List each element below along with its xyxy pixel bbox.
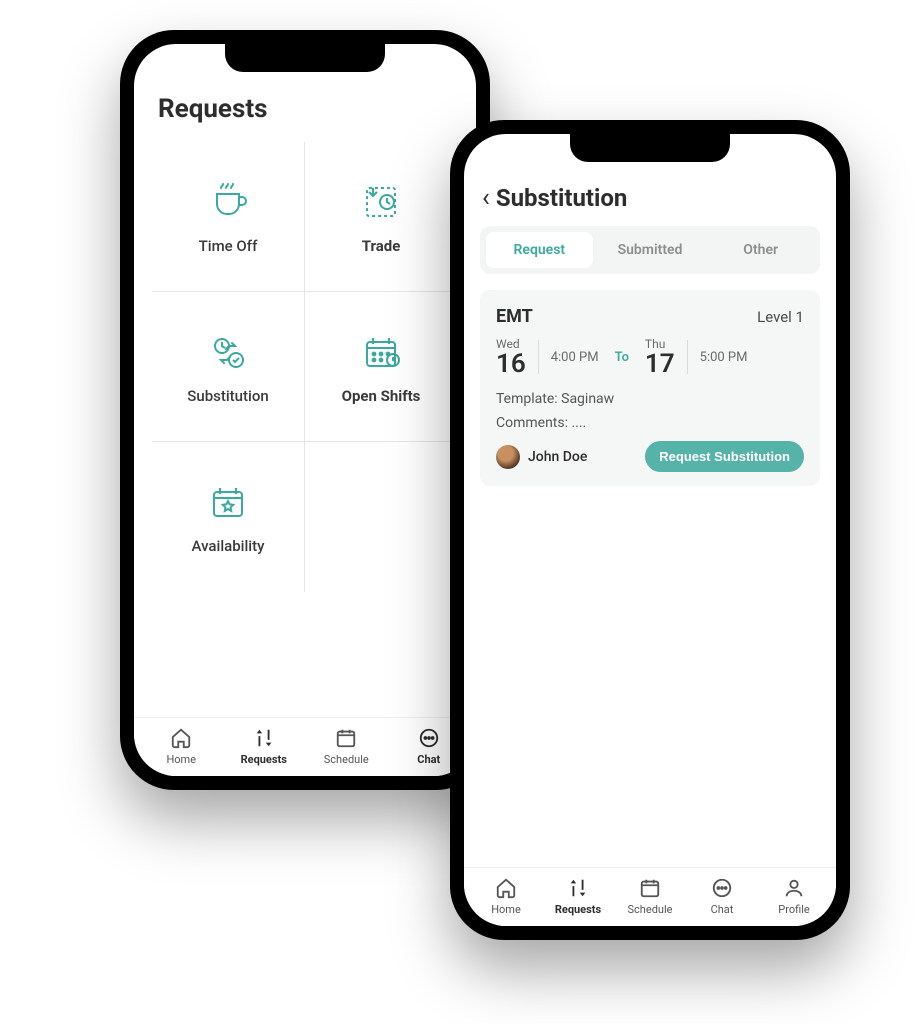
bottom-nav: Home Requests Schedule [134,717,476,776]
availability-icon [205,479,251,525]
end-time: 5:00 PM [700,350,748,365]
nav-label: Home [491,903,521,916]
phone-requests: Requests Time Off [120,30,490,790]
nav-label: Schedule [628,903,673,916]
shift-card: EMT Level 1 Wed 16 4:00 PM To Thu [480,290,820,486]
chat-icon [417,726,441,750]
grid-item-availability[interactable]: Availability [152,442,305,592]
divider [538,340,539,374]
end-day: 17 [645,351,675,377]
start-day: 16 [496,351,526,377]
nav-label: Schedule [324,753,369,766]
nav-home[interactable]: Home [140,726,223,766]
page-title: Requests [152,94,458,142]
grid-item-label: Time Off [199,237,258,255]
start-time: 4:00 PM [551,350,599,365]
grid-item-trade[interactable]: Trade [305,142,458,292]
nav-label: Chat [417,753,440,766]
schedule-icon [334,726,358,750]
trade-icon [358,179,404,225]
bottom-nav: Home Requests Schedule [464,867,836,926]
user-name: John Doe [528,449,587,465]
nav-requests[interactable]: Requests [542,876,614,916]
device-notch [225,44,385,72]
device-notch [570,134,730,162]
grid-item-substitution[interactable]: Substitution [152,292,305,442]
divider [687,340,688,374]
nav-schedule[interactable]: Schedule [305,726,388,766]
back-button[interactable]: ‹ Substitution [480,184,820,226]
grid-item-time-off[interactable]: Time Off [152,142,305,292]
home-icon [494,876,518,900]
nav-chat[interactable]: Chat [686,876,758,916]
comments-line: Comments: .... [496,415,804,431]
requests-icon [252,726,276,750]
grid-item-label: Open Shifts [342,387,421,405]
chevron-left-icon: ‹ [482,185,490,211]
nav-label: Home [166,753,196,766]
requests-icon [566,876,590,900]
phone-substitution: ‹ Substitution Request Submitted Other E… [450,120,850,940]
template-line: Template: Saginaw [496,391,804,407]
grid-item-label: Trade [362,237,401,255]
end-date: Thu 17 [645,337,675,377]
nav-profile[interactable]: Profile [758,876,830,916]
tab-submitted[interactable]: Submitted [597,232,704,268]
chat-icon [710,876,734,900]
tabs: Request Submitted Other [480,226,820,274]
nav-label: Profile [778,903,809,916]
shift-time-row: Wed 16 4:00 PM To Thu 17 5:00 PM [496,337,804,377]
tab-other[interactable]: Other [707,232,814,268]
grid-item-label: Substitution [187,387,268,405]
nav-requests[interactable]: Requests [223,726,306,766]
shift-level: Level 1 [757,308,804,326]
grid-item-open-shifts[interactable]: Open Shifts [305,292,458,442]
request-substitution-button[interactable]: Request Substitution [645,441,804,472]
nav-label: Requests [555,903,601,916]
coffee-icon [205,179,251,225]
requests-grid: Time Off Trade [152,142,458,592]
page-title: Substitution [496,184,628,212]
profile-icon [782,876,806,900]
open-shifts-icon [358,329,404,375]
avatar [496,445,520,469]
schedule-icon [638,876,662,900]
grid-item-label: Availability [192,537,265,555]
nav-home[interactable]: Home [470,876,542,916]
tab-request[interactable]: Request [486,232,593,268]
grid-item-empty [305,442,458,592]
nav-schedule[interactable]: Schedule [614,876,686,916]
nav-label: Chat [711,903,734,916]
to-label: To [607,350,637,365]
nav-label: Requests [241,753,287,766]
home-icon [169,726,193,750]
start-date: Wed 16 [496,337,526,377]
user-chip[interactable]: John Doe [496,445,587,469]
shift-role: EMT [496,306,533,327]
substitution-icon [205,329,251,375]
